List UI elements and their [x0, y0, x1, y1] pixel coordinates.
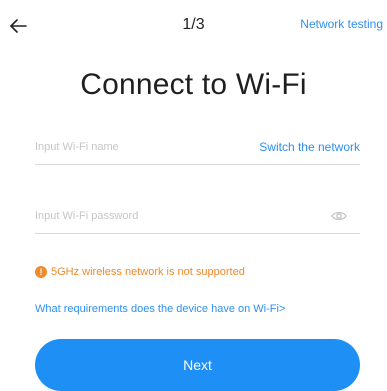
page-title: Connect to Wi-Fi	[80, 68, 307, 101]
switch-network-link[interactable]: Switch the network	[259, 140, 360, 154]
network-testing-link[interactable]: Network testing	[300, 17, 383, 31]
wifi-requirements-link[interactable]: What requirements does the device have o…	[35, 303, 285, 315]
exclamation-circle-icon: !	[35, 266, 47, 278]
wifi-password-input[interactable]	[35, 199, 275, 233]
frequency-warning: ! 5GHz wireless network is not supported	[35, 266, 245, 278]
wifi-password-field	[35, 199, 360, 234]
warning-text: 5GHz wireless network is not supported	[51, 266, 245, 278]
next-button[interactable]: Next	[35, 339, 360, 391]
toggle-password-visibility-button[interactable]	[330, 208, 348, 224]
eye-icon	[331, 211, 347, 221]
wifi-name-input[interactable]	[35, 130, 275, 164]
header: 1/3 Network testing	[0, 0, 387, 52]
wifi-name-field: Switch the network	[35, 130, 360, 165]
